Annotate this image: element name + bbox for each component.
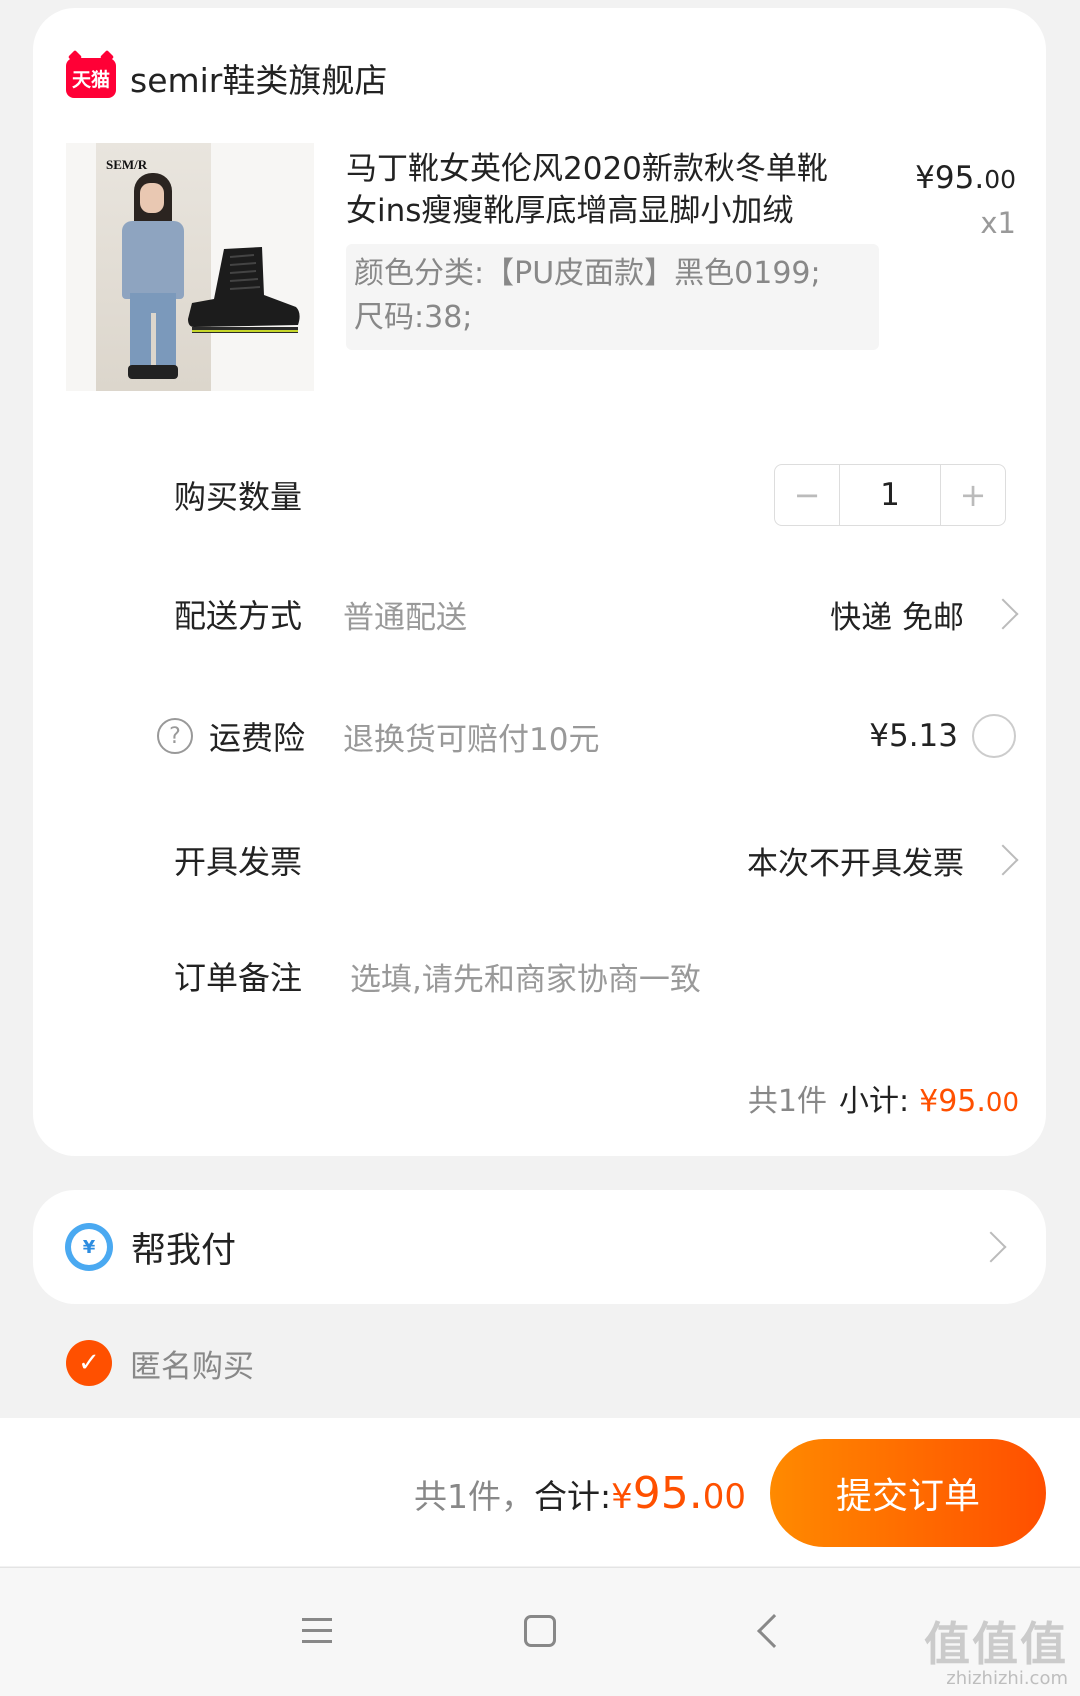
remark-input[interactable]: 选填,请先和商家协商一致 <box>350 954 701 999</box>
model-legs-gap <box>151 313 156 368</box>
subtotal-amount-dec: 00 <box>985 1088 1019 1118</box>
chevron-right-icon <box>987 844 1019 876</box>
total-yen: ¥ <box>611 1477 633 1517</box>
delivery-type: 普通配送 <box>343 599 467 636</box>
quantity-label: 购买数量 <box>174 478 303 516</box>
order-total: 共1件， 合计: ¥95.00 <box>414 1468 746 1519</box>
sku-color: 颜色分类:【PU皮面款】黑色0199; <box>354 256 821 291</box>
increment-button[interactable]: + <box>941 465 1005 525</box>
product-image[interactable]: SEM/R <box>66 143 314 391</box>
total-amount-int: 95. <box>632 1468 703 1519</box>
tmall-logo-icon: 天猫 <box>66 58 116 98</box>
product-price-dec: 00 <box>984 165 1016 194</box>
pay-for-me-label: 帮我付 <box>131 1230 237 1271</box>
shipping-insurance-row: ? 运费险 退换货可赔付10元 ¥5.13 <box>33 706 1046 766</box>
help-icon[interactable]: ? <box>157 718 193 754</box>
product-price: ¥95.00 <box>915 160 1016 196</box>
sku-size: 尺码:38; <box>354 300 473 335</box>
model-face <box>140 183 164 213</box>
sku-box[interactable]: 颜色分类:【PU皮面款】黑色0199; 尺码:38; <box>346 244 879 350</box>
product-quantity: x1 <box>980 206 1016 240</box>
model-boots <box>128 365 178 379</box>
tmall-badge-text: 天猫 <box>71 68 110 91</box>
insurance-desc: 退换货可赔付10元 <box>343 721 600 758</box>
subtotal-amount: ¥95.00 <box>919 1084 1019 1119</box>
watermark-url: zhizhizhi.com <box>946 1668 1068 1689</box>
back-icon[interactable] <box>757 1614 791 1648</box>
delivery-label: 配送方式 <box>174 597 303 635</box>
insurance-price: ¥5.13 <box>869 718 958 754</box>
order-confirm-page: 天猫 semir鞋类旗舰店 SEM/R 马丁靴女英伦风2020新款秋冬单靴女in… <box>0 0 1080 1696</box>
checkmark-icon[interactable]: ✓ <box>66 1340 112 1386</box>
invoice-row[interactable]: 开具发票 本次不开具发票 <box>33 830 1046 890</box>
remark-row: 订单备注 选填,请先和商家协商一致 <box>33 946 1046 1006</box>
subtotal-amount-int: ¥95. <box>919 1084 986 1119</box>
delivery-row[interactable]: 配送方式 普通配送 快递 免邮 <box>33 584 1046 644</box>
total-amount-dec: 00 <box>702 1477 746 1517</box>
order-card: 天猫 semir鞋类旗舰店 SEM/R 马丁靴女英伦风2020新款秋冬单靴女in… <box>33 8 1046 1156</box>
product-price-int: ¥95. <box>915 160 985 196</box>
anonymous-purchase[interactable]: ✓ 匿名购买 <box>66 1340 254 1386</box>
decrement-button[interactable]: − <box>775 465 839 525</box>
product-title[interactable]: 马丁靴女英伦风2020新款秋冬单靴女ins瘦瘦靴厚底增高显脚小加绒 <box>346 148 836 232</box>
insurance-radio[interactable] <box>972 714 1016 758</box>
yuan-coin-symbol: ¥ <box>71 1229 107 1265</box>
invoice-value: 本次不开具发票 <box>747 845 964 882</box>
subtotal-count: 共1件 <box>747 1084 827 1119</box>
yuan-coin-icon: ¥ <box>65 1223 113 1271</box>
model-jacket <box>122 221 184 299</box>
submit-bar: 共1件， 合计: ¥95.00 提交订单 <box>0 1418 1080 1566</box>
total-count: 共1件， <box>413 1477 534 1516</box>
subtotal-label: 小计: <box>839 1084 910 1119</box>
chevron-right-icon <box>975 1231 1007 1263</box>
remark-label: 订单备注 <box>174 959 303 997</box>
total-amount: ¥95.00 <box>611 1468 746 1519</box>
boot-illustration <box>188 247 300 333</box>
subtotal: 共1件 小计: ¥95.00 <box>748 1076 1019 1120</box>
quantity-stepper[interactable]: − 1 + <box>774 464 1006 526</box>
quantity-value[interactable]: 1 <box>839 465 941 525</box>
menu-icon[interactable] <box>302 1618 332 1644</box>
pay-for-me-row[interactable]: ¥ 帮我付 <box>33 1190 1046 1304</box>
delivery-value: 快递 免邮 <box>830 599 964 636</box>
anonymous-label: 匿名购买 <box>130 1348 254 1385</box>
insurance-label: 运费险 <box>209 719 306 757</box>
shop-header[interactable]: 天猫 semir鞋类旗舰店 <box>66 54 387 102</box>
system-nav-bar: 值值值 zhizhizhi.com <box>0 1567 1080 1696</box>
watermark-logo: 值值值 <box>924 1617 1068 1671</box>
chevron-right-icon <box>987 598 1019 630</box>
home-icon[interactable] <box>524 1615 556 1647</box>
shop-name[interactable]: semir鞋类旗舰店 <box>130 54 387 102</box>
submit-order-button[interactable]: 提交订单 <box>770 1439 1046 1547</box>
invoice-label: 开具发票 <box>174 843 303 881</box>
total-label: 合计: <box>533 1477 612 1516</box>
product-brand-mark: SEM/R <box>106 157 148 172</box>
